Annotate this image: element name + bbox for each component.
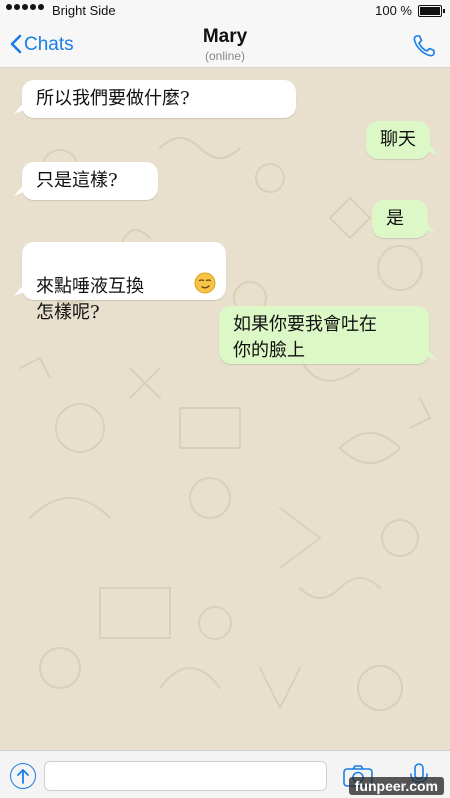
- battery-percentage: 100 %: [375, 3, 412, 18]
- battery-icon: [418, 5, 445, 17]
- incoming-message[interactable]: 來點唾液互換 怎樣呢?: [22, 242, 226, 323]
- outgoing-message[interactable]: 是: [372, 200, 428, 238]
- arrow-up-icon: [17, 769, 29, 784]
- signal-strength-icon: [6, 4, 44, 10]
- outgoing-message[interactable]: 聊天: [366, 121, 430, 159]
- message-list[interactable]: 所以我們要做什麼? 聊天 只是這樣? 是 來點唾液互換 怎樣呢? 如果你要我會吐…: [0, 68, 450, 750]
- incoming-message[interactable]: 所以我們要做什麼?: [22, 80, 296, 118]
- message-input[interactable]: [44, 761, 327, 791]
- outgoing-message[interactable]: 如果你要我會吐在 你的臉上: [219, 306, 429, 364]
- message-composer: funpeer.com: [0, 750, 450, 798]
- status-bar: Bright Side 100 %: [0, 0, 450, 22]
- carrier-name: Bright Side: [52, 3, 116, 18]
- smirk-emoji-icon: [194, 272, 216, 294]
- site-watermark: funpeer.com: [348, 777, 444, 795]
- contact-name[interactable]: Mary: [0, 26, 450, 48]
- attach-button[interactable]: [10, 763, 36, 789]
- contact-status: (online): [204, 49, 246, 63]
- chat-header: Chats Mary (online): [0, 22, 450, 68]
- incoming-message[interactable]: 只是這樣?: [22, 162, 158, 200]
- phone-icon[interactable]: [410, 32, 438, 60]
